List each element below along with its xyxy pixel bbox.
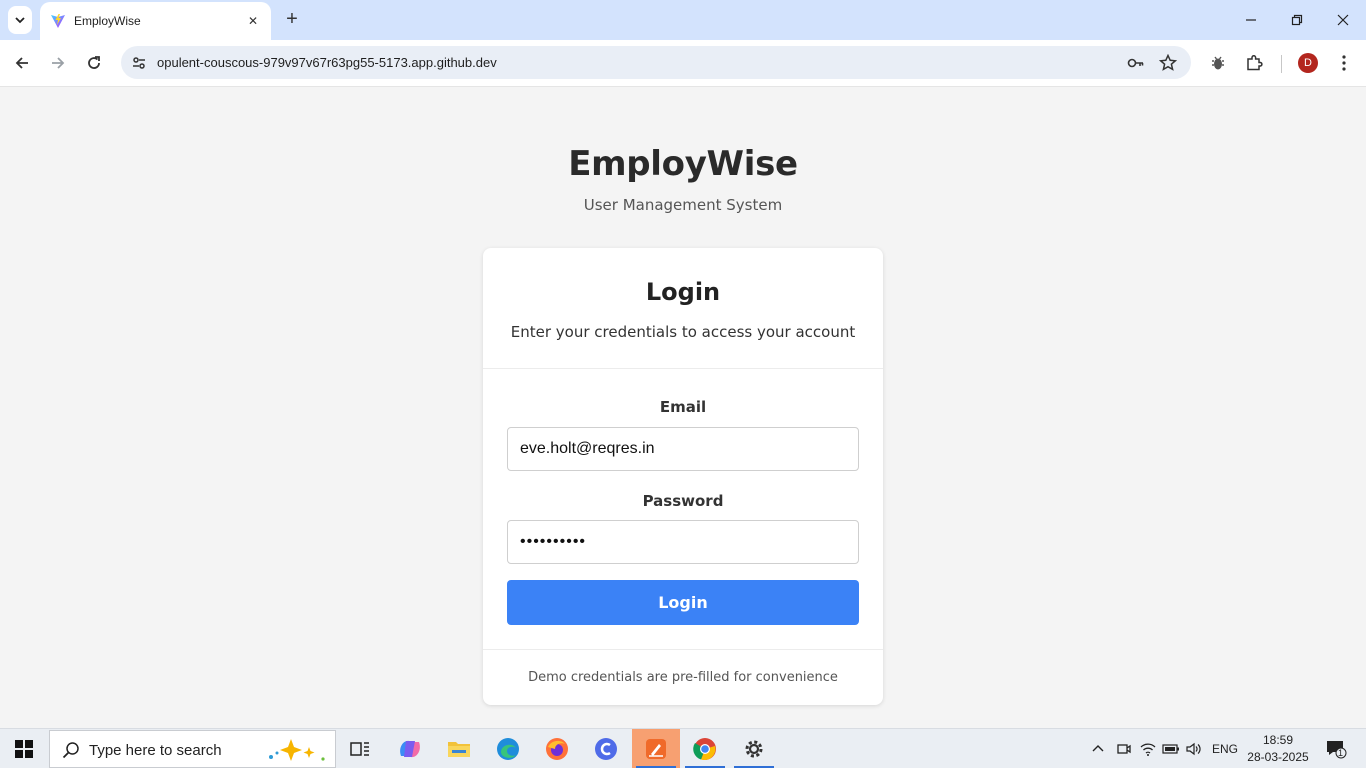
tray-overflow-button[interactable] [1088, 729, 1108, 768]
login-title: Login [645, 278, 721, 306]
browser-tab[interactable]: EmployWise ✕ [40, 2, 271, 40]
browser-toolbar: opulent-couscous-979v97v67r63pg55-5173.a… [0, 40, 1366, 87]
forward-button[interactable] [45, 50, 71, 76]
taskbar-chrome[interactable] [681, 729, 729, 768]
chevron-down-icon [15, 17, 25, 24]
task-view-button[interactable] [336, 729, 384, 768]
password-label: Password [642, 492, 724, 510]
login-button[interactable]: Login [507, 580, 859, 625]
app-title: EmployWise [568, 144, 798, 184]
site-info-icon[interactable] [129, 53, 149, 73]
tab-search-button[interactable] [8, 6, 32, 34]
search-icon [62, 742, 79, 759]
notification-center-button[interactable]: 1 [1322, 729, 1350, 768]
copilot-icon [400, 740, 420, 758]
app-subtitle: User Management System [583, 196, 783, 214]
windows-taskbar: Type here to search ENG 18:59 28-03-2025… [0, 728, 1366, 768]
profile-avatar[interactable]: D [1298, 53, 1318, 73]
tab-close-icon[interactable]: ✕ [245, 13, 261, 29]
browser-tabstrip: EmployWise ✕ + [0, 0, 1366, 40]
clock-date: 28-03-2025 [1247, 750, 1309, 764]
login-card: Login Enter your credentials to access y… [483, 248, 883, 705]
minimize-icon [1246, 19, 1256, 21]
reload-icon [88, 56, 100, 69]
login-card-header: Login Enter your credentials to access y… [483, 248, 883, 369]
login-card-footer: Demo credentials are pre-filled for conv… [483, 649, 883, 705]
address-bar[interactable]: opulent-couscous-979v97v67r63pg55-5173.a… [121, 46, 1191, 79]
email-field[interactable] [507, 427, 859, 471]
battery-icon[interactable] [1160, 729, 1182, 768]
chrome-icon [693, 738, 716, 761]
arrow-right-icon [52, 57, 65, 69]
notification-count: 1 [1338, 748, 1344, 758]
url-text: opulent-couscous-979v97v67r63pg55-5173.a… [157, 55, 497, 70]
windows-logo-icon [15, 740, 33, 758]
system-clock[interactable]: 18:59 28-03-2025 [1244, 732, 1312, 766]
password-field[interactable] [507, 520, 859, 564]
task-view-icon [350, 742, 369, 756]
firefox-icon [546, 738, 568, 760]
taskbar-copilot-app[interactable] [386, 729, 434, 768]
demo-credentials-note: Demo credentials are pre-filled for conv… [528, 670, 838, 685]
email-label: Email [659, 398, 707, 416]
new-tab-button[interactable]: + [281, 8, 303, 30]
folder-icon [448, 742, 470, 757]
search-placeholder: Type here to search [89, 742, 222, 759]
notification-icon [1327, 741, 1347, 759]
toolbar-divider [1281, 55, 1282, 73]
minimize-button[interactable] [1228, 0, 1274, 40]
start-button[interactable] [0, 729, 48, 768]
password-key-icon[interactable] [1126, 53, 1146, 73]
taskbar-file-explorer[interactable] [435, 729, 483, 768]
arrow-left-icon [15, 57, 28, 69]
close-icon [1337, 14, 1349, 26]
vite-favicon-icon [51, 14, 65, 28]
tray-meet-icon[interactable] [1114, 729, 1134, 768]
pen-app-icon [646, 739, 666, 759]
restore-icon [1291, 14, 1303, 26]
language-indicator[interactable]: ENG [1212, 742, 1238, 756]
back-button[interactable] [9, 50, 35, 76]
chevron-up-icon [1092, 745, 1104, 752]
edge-icon [497, 738, 519, 760]
taskbar-edge[interactable] [484, 729, 532, 768]
extensions-puzzle-icon[interactable] [1243, 52, 1265, 74]
taskbar-settings[interactable] [730, 729, 778, 768]
tab-title: EmployWise [74, 14, 141, 28]
taskbar-search[interactable]: Type here to search [49, 730, 336, 768]
c-app-icon [595, 738, 617, 760]
more-menu-icon[interactable] [1333, 52, 1355, 74]
wifi-icon[interactable] [1138, 729, 1158, 768]
login-description: Enter your credentials to access your ac… [510, 323, 856, 341]
restore-button[interactable] [1274, 0, 1320, 40]
clock-time: 18:59 [1262, 733, 1294, 747]
taskbar-pen-app[interactable] [632, 729, 680, 768]
page-content: EmployWise User Management System Login … [0, 88, 1366, 728]
bug-extension-icon[interactable] [1207, 52, 1229, 74]
bookmark-star-icon[interactable] [1158, 53, 1178, 73]
reload-button[interactable] [81, 50, 107, 76]
close-window-button[interactable] [1320, 0, 1366, 40]
taskbar-firefox[interactable] [533, 729, 581, 768]
copilot-sparkle-icon [269, 739, 325, 761]
gear-icon [745, 740, 763, 758]
volume-icon[interactable] [1184, 729, 1204, 768]
taskbar-c-app[interactable] [582, 729, 630, 768]
